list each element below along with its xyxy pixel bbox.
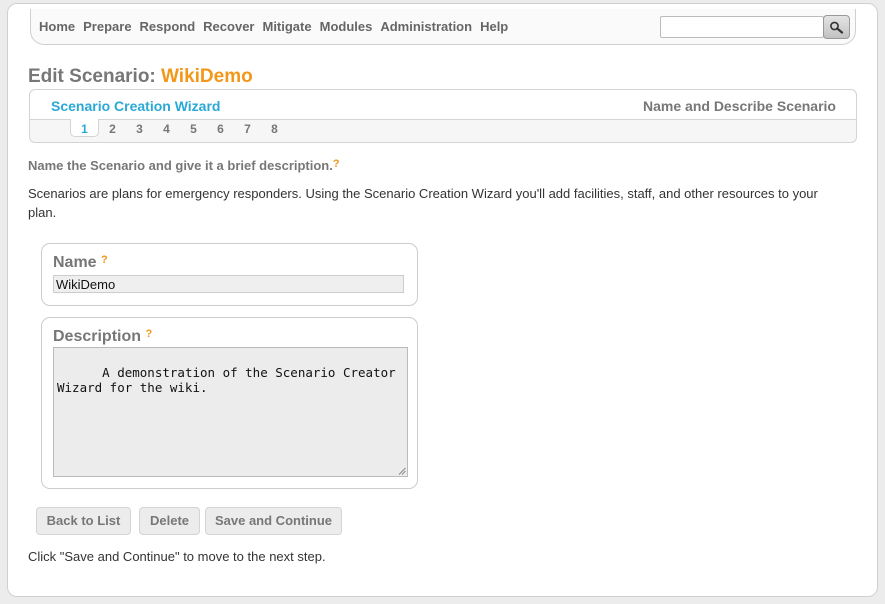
search-input[interactable]: [660, 16, 824, 38]
description-field-box: Description ? A demonstration of the Sce…: [41, 317, 418, 489]
wizard-steps: 1 2 3 4 5 6 7 8: [70, 119, 288, 137]
wizard-step-5[interactable]: 5: [180, 119, 207, 137]
wizard-step-3[interactable]: 3: [126, 119, 153, 137]
wizard-name: Scenario Creation Wizard: [51, 98, 221, 114]
nav-modules[interactable]: Modules: [320, 19, 373, 34]
page-container: Home Prepare Respond Recover Mitigate Mo…: [7, 3, 878, 597]
top-nav-bar: Home Prepare Respond Recover Mitigate Mo…: [30, 9, 856, 45]
nav-mitigate[interactable]: Mitigate: [262, 19, 311, 34]
delete-button[interactable]: Delete: [139, 507, 200, 535]
intro-heading: Name the Scenario and give it a brief de…: [28, 158, 340, 173]
name-label: Name ?: [53, 254, 108, 272]
footer-note: Click "Save and Continue" to move to the…: [28, 549, 326, 564]
scenario-name-title: WikiDemo: [161, 66, 253, 87]
nav-administration[interactable]: Administration: [380, 19, 472, 34]
wizard-panel: Scenario Creation Wizard Name and Descri…: [29, 89, 857, 143]
page-title: Edit Scenario: WikiDemo: [28, 66, 253, 88]
save-and-continue-button[interactable]: Save and Continue: [205, 507, 342, 535]
intro-description: Scenarios are plans for emergency respon…: [28, 186, 818, 220]
name-help-icon[interactable]: ?: [101, 254, 108, 266]
back-to-list-button[interactable]: Back to List: [36, 507, 131, 535]
wizard-step-6[interactable]: 6: [207, 119, 234, 137]
description-textarea[interactable]: A demonstration of the Scenario Creator …: [53, 347, 408, 477]
wizard-step-7[interactable]: 7: [234, 119, 261, 137]
page-title-prefix: Edit Scenario:: [28, 66, 156, 87]
search-button[interactable]: [823, 15, 850, 39]
name-field-box: Name ?: [41, 243, 418, 306]
wizard-header: Scenario Creation Wizard Name and Descri…: [30, 90, 856, 120]
nav-recover[interactable]: Recover: [203, 19, 254, 34]
wizard-step-4[interactable]: 4: [153, 119, 180, 137]
name-input[interactable]: [53, 275, 404, 293]
wizard-step-title: Name and Describe Scenario: [643, 98, 836, 114]
nav-home[interactable]: Home: [39, 19, 75, 34]
description-text: A demonstration of the Scenario Creator …: [57, 365, 396, 395]
nav-prepare[interactable]: Prepare: [83, 19, 131, 34]
wizard-step-2[interactable]: 2: [99, 119, 126, 137]
nav-respond[interactable]: Respond: [140, 19, 196, 34]
wizard-step-1[interactable]: 1: [70, 119, 99, 137]
resize-handle-icon[interactable]: [398, 467, 406, 475]
help-icon[interactable]: ?: [333, 158, 340, 170]
nav-help[interactable]: Help: [480, 19, 508, 34]
main-menu: Home Prepare Respond Recover Mitigate Mo…: [39, 19, 516, 34]
description-label-text: Description: [53, 328, 142, 345]
search-icon: [830, 21, 844, 34]
description-help-icon[interactable]: ?: [145, 328, 152, 340]
name-label-text: Name: [53, 254, 97, 271]
wizard-step-8[interactable]: 8: [261, 119, 288, 137]
intro-heading-text: Name the Scenario and give it a brief de…: [28, 158, 333, 173]
description-label: Description ?: [53, 328, 152, 346]
